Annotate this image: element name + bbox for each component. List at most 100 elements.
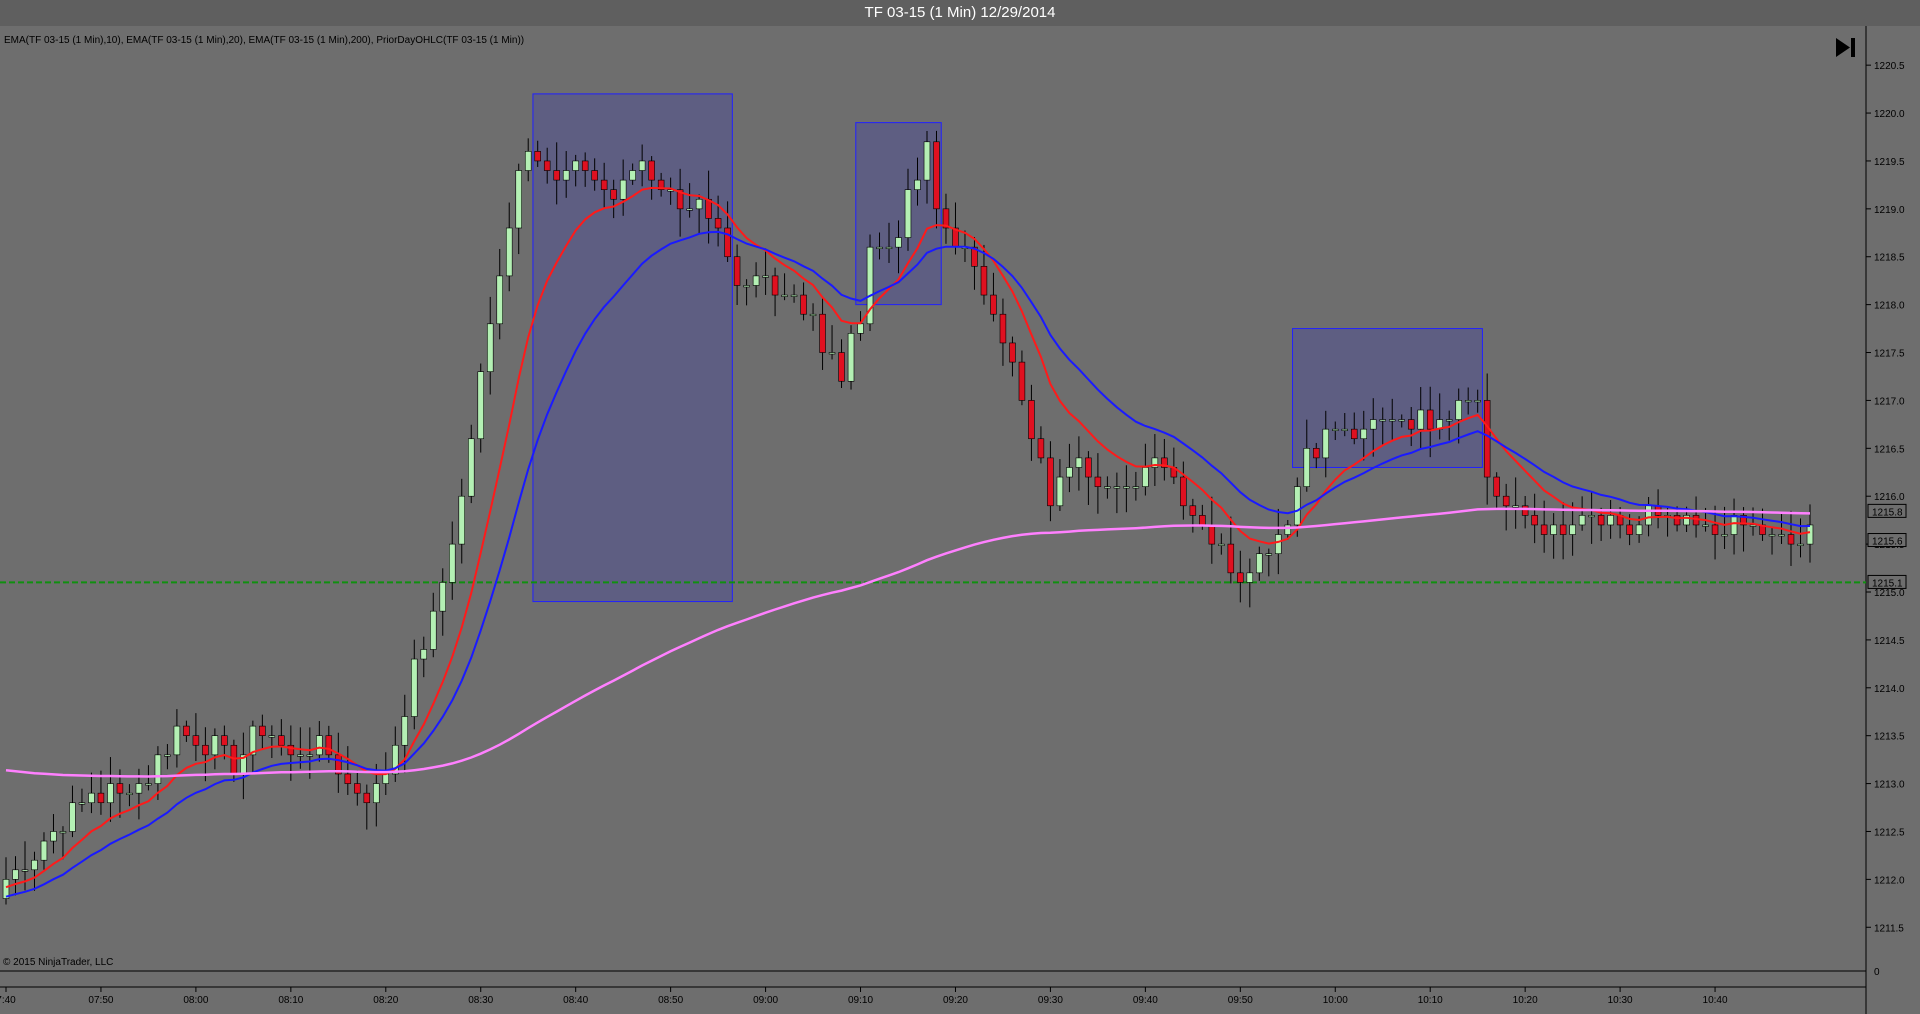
candle-up bbox=[59, 831, 67, 834]
candle-down bbox=[278, 735, 285, 746]
candle-down bbox=[1085, 457, 1092, 478]
candle-down bbox=[1237, 572, 1244, 583]
window-title: TF 03-15 (1 Min) 12/29/2014 bbox=[0, 0, 1920, 27]
candle-down bbox=[543, 160, 551, 171]
candle-up bbox=[164, 754, 171, 757]
candle-up bbox=[21, 869, 29, 872]
candle-down bbox=[1094, 476, 1102, 487]
time-tick-label: 09:00 bbox=[753, 995, 778, 1006]
candle-down bbox=[1493, 476, 1500, 497]
time-tick-label: 09:40 bbox=[1133, 995, 1158, 1006]
candle-up bbox=[1360, 428, 1367, 440]
candle-up bbox=[885, 246, 893, 249]
candle-down bbox=[221, 735, 228, 746]
time-tick-label: 10:20 bbox=[1513, 995, 1538, 1006]
candle-up bbox=[1474, 400, 1481, 403]
candle-down bbox=[648, 160, 655, 181]
candle-down bbox=[1521, 505, 1529, 516]
time-tick-label: 07:50 bbox=[88, 995, 113, 1006]
candle-up bbox=[135, 783, 143, 794]
candle-down bbox=[1559, 524, 1567, 535]
candle-down bbox=[1407, 419, 1415, 430]
candle-down bbox=[1426, 409, 1434, 430]
candle-up bbox=[126, 792, 133, 795]
candle-down bbox=[771, 275, 779, 296]
candle-up bbox=[1075, 457, 1083, 468]
candle-up bbox=[1398, 419, 1405, 422]
price-tick-label: 1211.5 bbox=[1874, 923, 1904, 934]
candle-down bbox=[999, 313, 1007, 344]
time-tick-label: 09:20 bbox=[943, 995, 968, 1006]
candle-up bbox=[145, 783, 152, 786]
time-tick-label: 08:30 bbox=[468, 995, 493, 1006]
candle-up bbox=[904, 189, 912, 238]
candle-down bbox=[97, 792, 105, 804]
candle-up bbox=[1550, 524, 1557, 535]
candle-up bbox=[752, 275, 760, 286]
candle-down bbox=[534, 151, 541, 162]
candle-up bbox=[686, 208, 693, 211]
candle-up bbox=[914, 179, 921, 190]
candle-down bbox=[202, 744, 209, 756]
last-price-label: 1215.6 bbox=[1872, 537, 1903, 548]
time-tick-label: 10:10 bbox=[1418, 995, 1443, 1006]
candle-down bbox=[819, 313, 826, 353]
candle-up bbox=[790, 294, 798, 297]
last-price-label: 1215.8 bbox=[1872, 507, 1903, 518]
candle-up bbox=[857, 323, 864, 334]
candle-up bbox=[40, 840, 48, 861]
candle-up bbox=[1218, 543, 1225, 546]
candle-down bbox=[1597, 515, 1605, 526]
volume-axis-label: 0 bbox=[1874, 967, 1880, 978]
candle-down bbox=[1009, 342, 1016, 363]
indicator-label: EMA(TF 03-15 (1 Min),10), EMA(TF 03-15 (… bbox=[4, 35, 524, 46]
candle-down bbox=[733, 256, 741, 286]
price-tick-label: 1217.5 bbox=[1874, 349, 1905, 360]
candle-up bbox=[1388, 419, 1396, 422]
candle-up bbox=[1369, 419, 1377, 430]
candle-down bbox=[838, 352, 845, 382]
candle-up bbox=[923, 141, 931, 181]
time-tick-label: 08:40 bbox=[563, 995, 588, 1006]
candle-up bbox=[439, 582, 447, 612]
candle-up bbox=[695, 198, 703, 210]
candle-up bbox=[467, 438, 475, 497]
candle-up bbox=[1341, 428, 1349, 431]
candle-up bbox=[809, 313, 817, 317]
candle-up bbox=[1275, 534, 1282, 554]
candle-down bbox=[933, 141, 940, 210]
candle-down bbox=[1037, 438, 1045, 459]
candle-up bbox=[743, 285, 750, 288]
candle-up bbox=[50, 831, 57, 842]
price-tick-label: 1212.0 bbox=[1874, 875, 1905, 886]
candle-down bbox=[1711, 524, 1719, 535]
candle-up bbox=[1578, 515, 1586, 526]
time-tick-label: 09:10 bbox=[848, 995, 873, 1006]
price-tick-label: 1216.0 bbox=[1874, 492, 1905, 503]
candle-down bbox=[1047, 457, 1054, 507]
candle-down bbox=[183, 725, 190, 736]
candle-up bbox=[1417, 409, 1424, 430]
candle-up bbox=[1123, 486, 1130, 489]
candle-up bbox=[1455, 400, 1462, 420]
candle-down bbox=[1502, 495, 1510, 507]
candle-up bbox=[1445, 419, 1453, 422]
candle-up bbox=[515, 170, 522, 229]
candle-down bbox=[1540, 524, 1548, 535]
price-tick-label: 1220.5 bbox=[1874, 61, 1905, 72]
candle-up bbox=[12, 869, 19, 880]
candle-up bbox=[1635, 524, 1643, 535]
candle-up bbox=[1256, 553, 1263, 574]
candle-up bbox=[430, 610, 437, 650]
candle-up bbox=[1464, 400, 1472, 403]
candle-up bbox=[306, 754, 314, 757]
time-tick-label: 08:50 bbox=[658, 995, 683, 1006]
time-tick-label: 08:00 bbox=[183, 995, 208, 1006]
candle-up bbox=[1645, 505, 1652, 526]
price-tick-label: 1216.5 bbox=[1874, 444, 1905, 455]
price-chart[interactable]: 1220.5 1220.0 1219.5 1219.0 1218.5 1218.0 1217… bbox=[0, 26, 1920, 1014]
candle-up bbox=[1768, 534, 1776, 537]
candle-down bbox=[1673, 515, 1681, 526]
candle-up bbox=[1303, 448, 1311, 487]
copyright-label: © 2015 NinjaTrader, LLC bbox=[3, 957, 113, 968]
